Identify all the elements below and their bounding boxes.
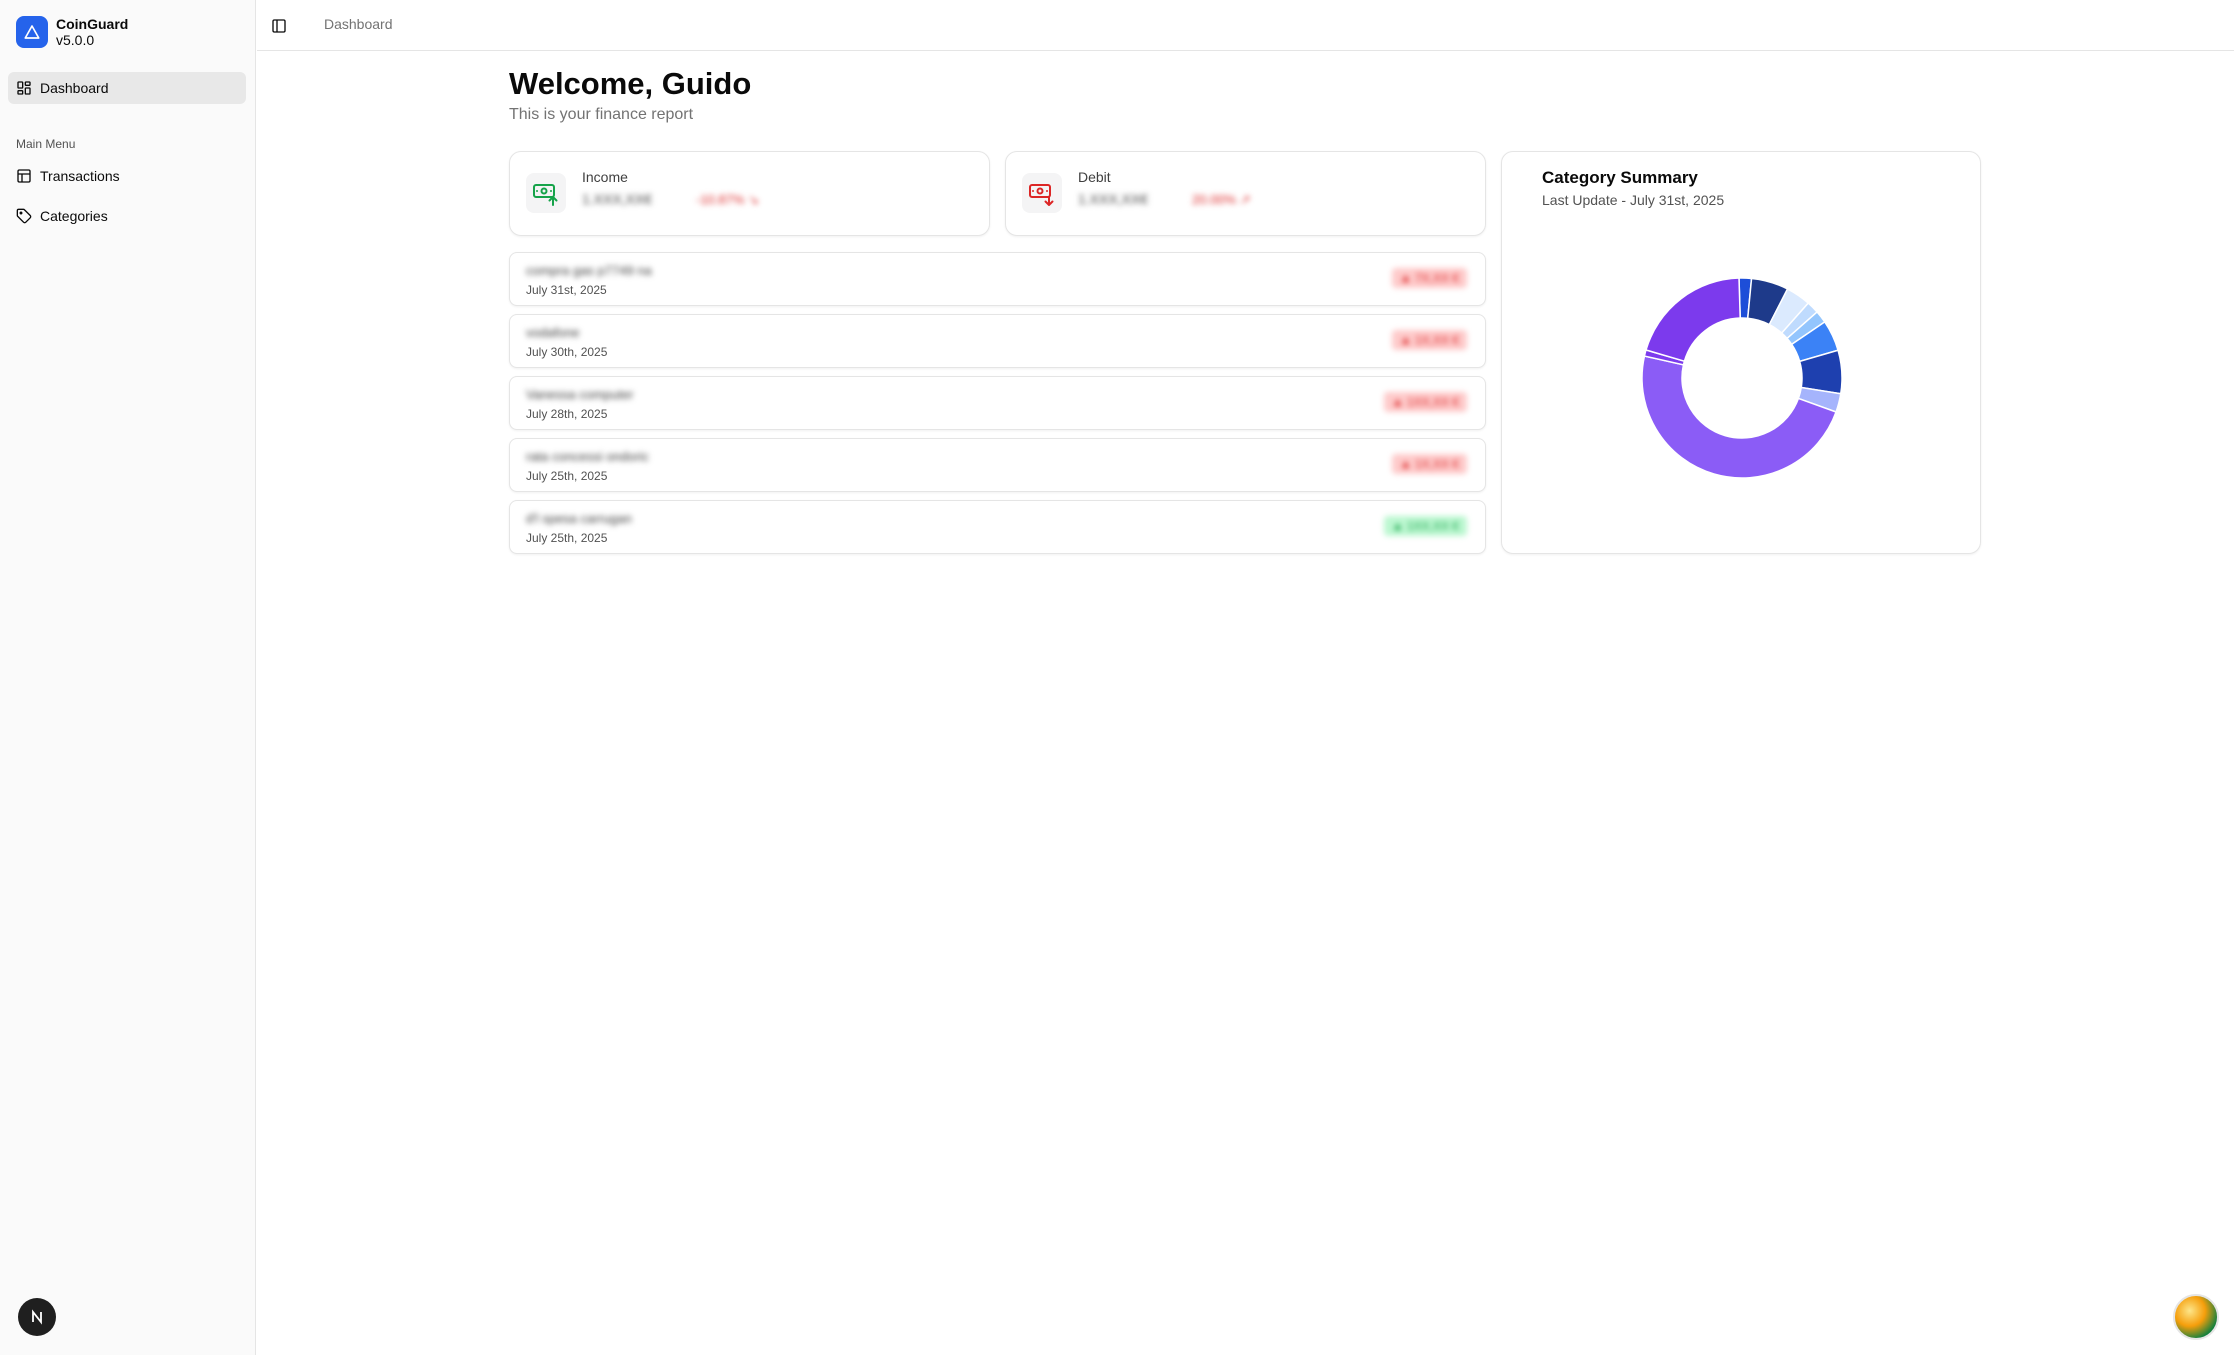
- sidebar-item-label: Categories: [40, 208, 108, 224]
- transaction-row[interactable]: vodafone July 30th, 2025 ▲ 1X,XX €: [509, 314, 1486, 368]
- brand[interactable]: CoinGuard v5.0.0: [16, 16, 128, 48]
- income-change-badge: -10.87% ↘: [696, 192, 759, 207]
- main-menu-label: Main Menu: [16, 137, 76, 151]
- transaction-row[interactable]: compra gas p7749 na July 31st, 2025 ▲ 7X…: [509, 252, 1486, 306]
- transaction-description: Vanessa computer: [526, 387, 634, 402]
- income-card: Income 1.XXX,XX€ -10.87% ↘: [509, 151, 990, 236]
- next-logo-icon: [32, 1309, 42, 1325]
- dashboard-icon: [17, 81, 31, 95]
- category-summary-title: Category Summary: [1542, 168, 1698, 187]
- table-icon: [17, 169, 31, 183]
- page-title: Welcome, Guido: [509, 66, 752, 101]
- sidebar-toggle-button[interactable]: [269, 16, 289, 36]
- brand-logo-icon: [16, 16, 48, 48]
- category-summary-card: Category Summary Last Update - July 31st…: [1501, 151, 1981, 554]
- transaction-description: d'l spesa carrugan: [526, 511, 632, 526]
- sidebar-item-label: Transactions: [40, 168, 120, 184]
- transaction-amount-badge: ▲ 1X,XX €: [1391, 454, 1467, 474]
- category-donut-chart[interactable]: [1638, 274, 1846, 482]
- sidebar-toggle-icon: [272, 19, 286, 33]
- user-avatar[interactable]: [2173, 1294, 2219, 1340]
- transaction-row[interactable]: Vanessa computer July 28th, 2025 ▲ 1XX,X…: [509, 376, 1486, 430]
- sidebar-item-dashboard[interactable]: Dashboard: [8, 72, 246, 104]
- sidebar-item-transactions[interactable]: Transactions: [8, 160, 246, 192]
- transaction-description: rata concessi ondoric: [526, 449, 649, 464]
- breadcrumb[interactable]: Dashboard: [324, 16, 393, 32]
- debit-icon: [1022, 173, 1062, 213]
- transaction-description: compra gas p7749 na: [526, 263, 652, 278]
- debit-card: Debit 1.XXX,XX€ 20.00% ↗: [1005, 151, 1486, 236]
- debit-label: Debit: [1078, 169, 1111, 185]
- transaction-date: July 28th, 2025: [526, 407, 608, 421]
- donut-slice[interactable]: [1645, 277, 1741, 363]
- dev-tools-button[interactable]: [18, 1298, 56, 1336]
- app-version: v5.0.0: [56, 32, 95, 48]
- sidebar-item-label: Dashboard: [40, 80, 109, 96]
- debit-change-badge: 20.00% ↗: [1192, 192, 1251, 207]
- transaction-date: July 25th, 2025: [526, 531, 608, 545]
- transaction-amount-badge: ▲ 1XX,XX €: [1383, 516, 1467, 536]
- sidebar-item-categories[interactable]: Categories: [8, 200, 246, 232]
- tag-icon: [16, 208, 32, 224]
- transaction-amount-badge: ▲ 1XX,XX €: [1383, 392, 1467, 412]
- transaction-amount-badge: ▲ 1X,XX €: [1391, 330, 1467, 350]
- app-name: CoinGuard: [56, 16, 129, 32]
- transaction-amount-badge: ▲ 7X,XX €: [1391, 268, 1467, 288]
- transaction-row[interactable]: rata concessi ondoric July 25th, 2025 ▲ …: [509, 438, 1486, 492]
- sidebar: CoinGuard v5.0.0 Dashboard Main Menu Tra…: [0, 0, 256, 1355]
- transaction-date: July 30th, 2025: [526, 345, 608, 359]
- topbar: Dashboard: [257, 0, 2234, 51]
- income-amount: 1.XXX,XX€: [582, 191, 653, 207]
- category-summary-subtitle: Last Update - July 31st, 2025: [1542, 192, 1725, 208]
- transaction-date: July 25th, 2025: [526, 469, 608, 483]
- transaction-description: vodafone: [526, 325, 580, 340]
- transaction-row[interactable]: d'l spesa carrugan July 25th, 2025 ▲ 1XX…: [509, 500, 1486, 554]
- transaction-date: July 31st, 2025: [526, 283, 607, 297]
- income-label: Income: [582, 169, 628, 185]
- page-subtitle: This is your finance report: [509, 106, 694, 123]
- income-icon: [526, 173, 566, 213]
- debit-amount: 1.XXX,XX€: [1078, 191, 1149, 207]
